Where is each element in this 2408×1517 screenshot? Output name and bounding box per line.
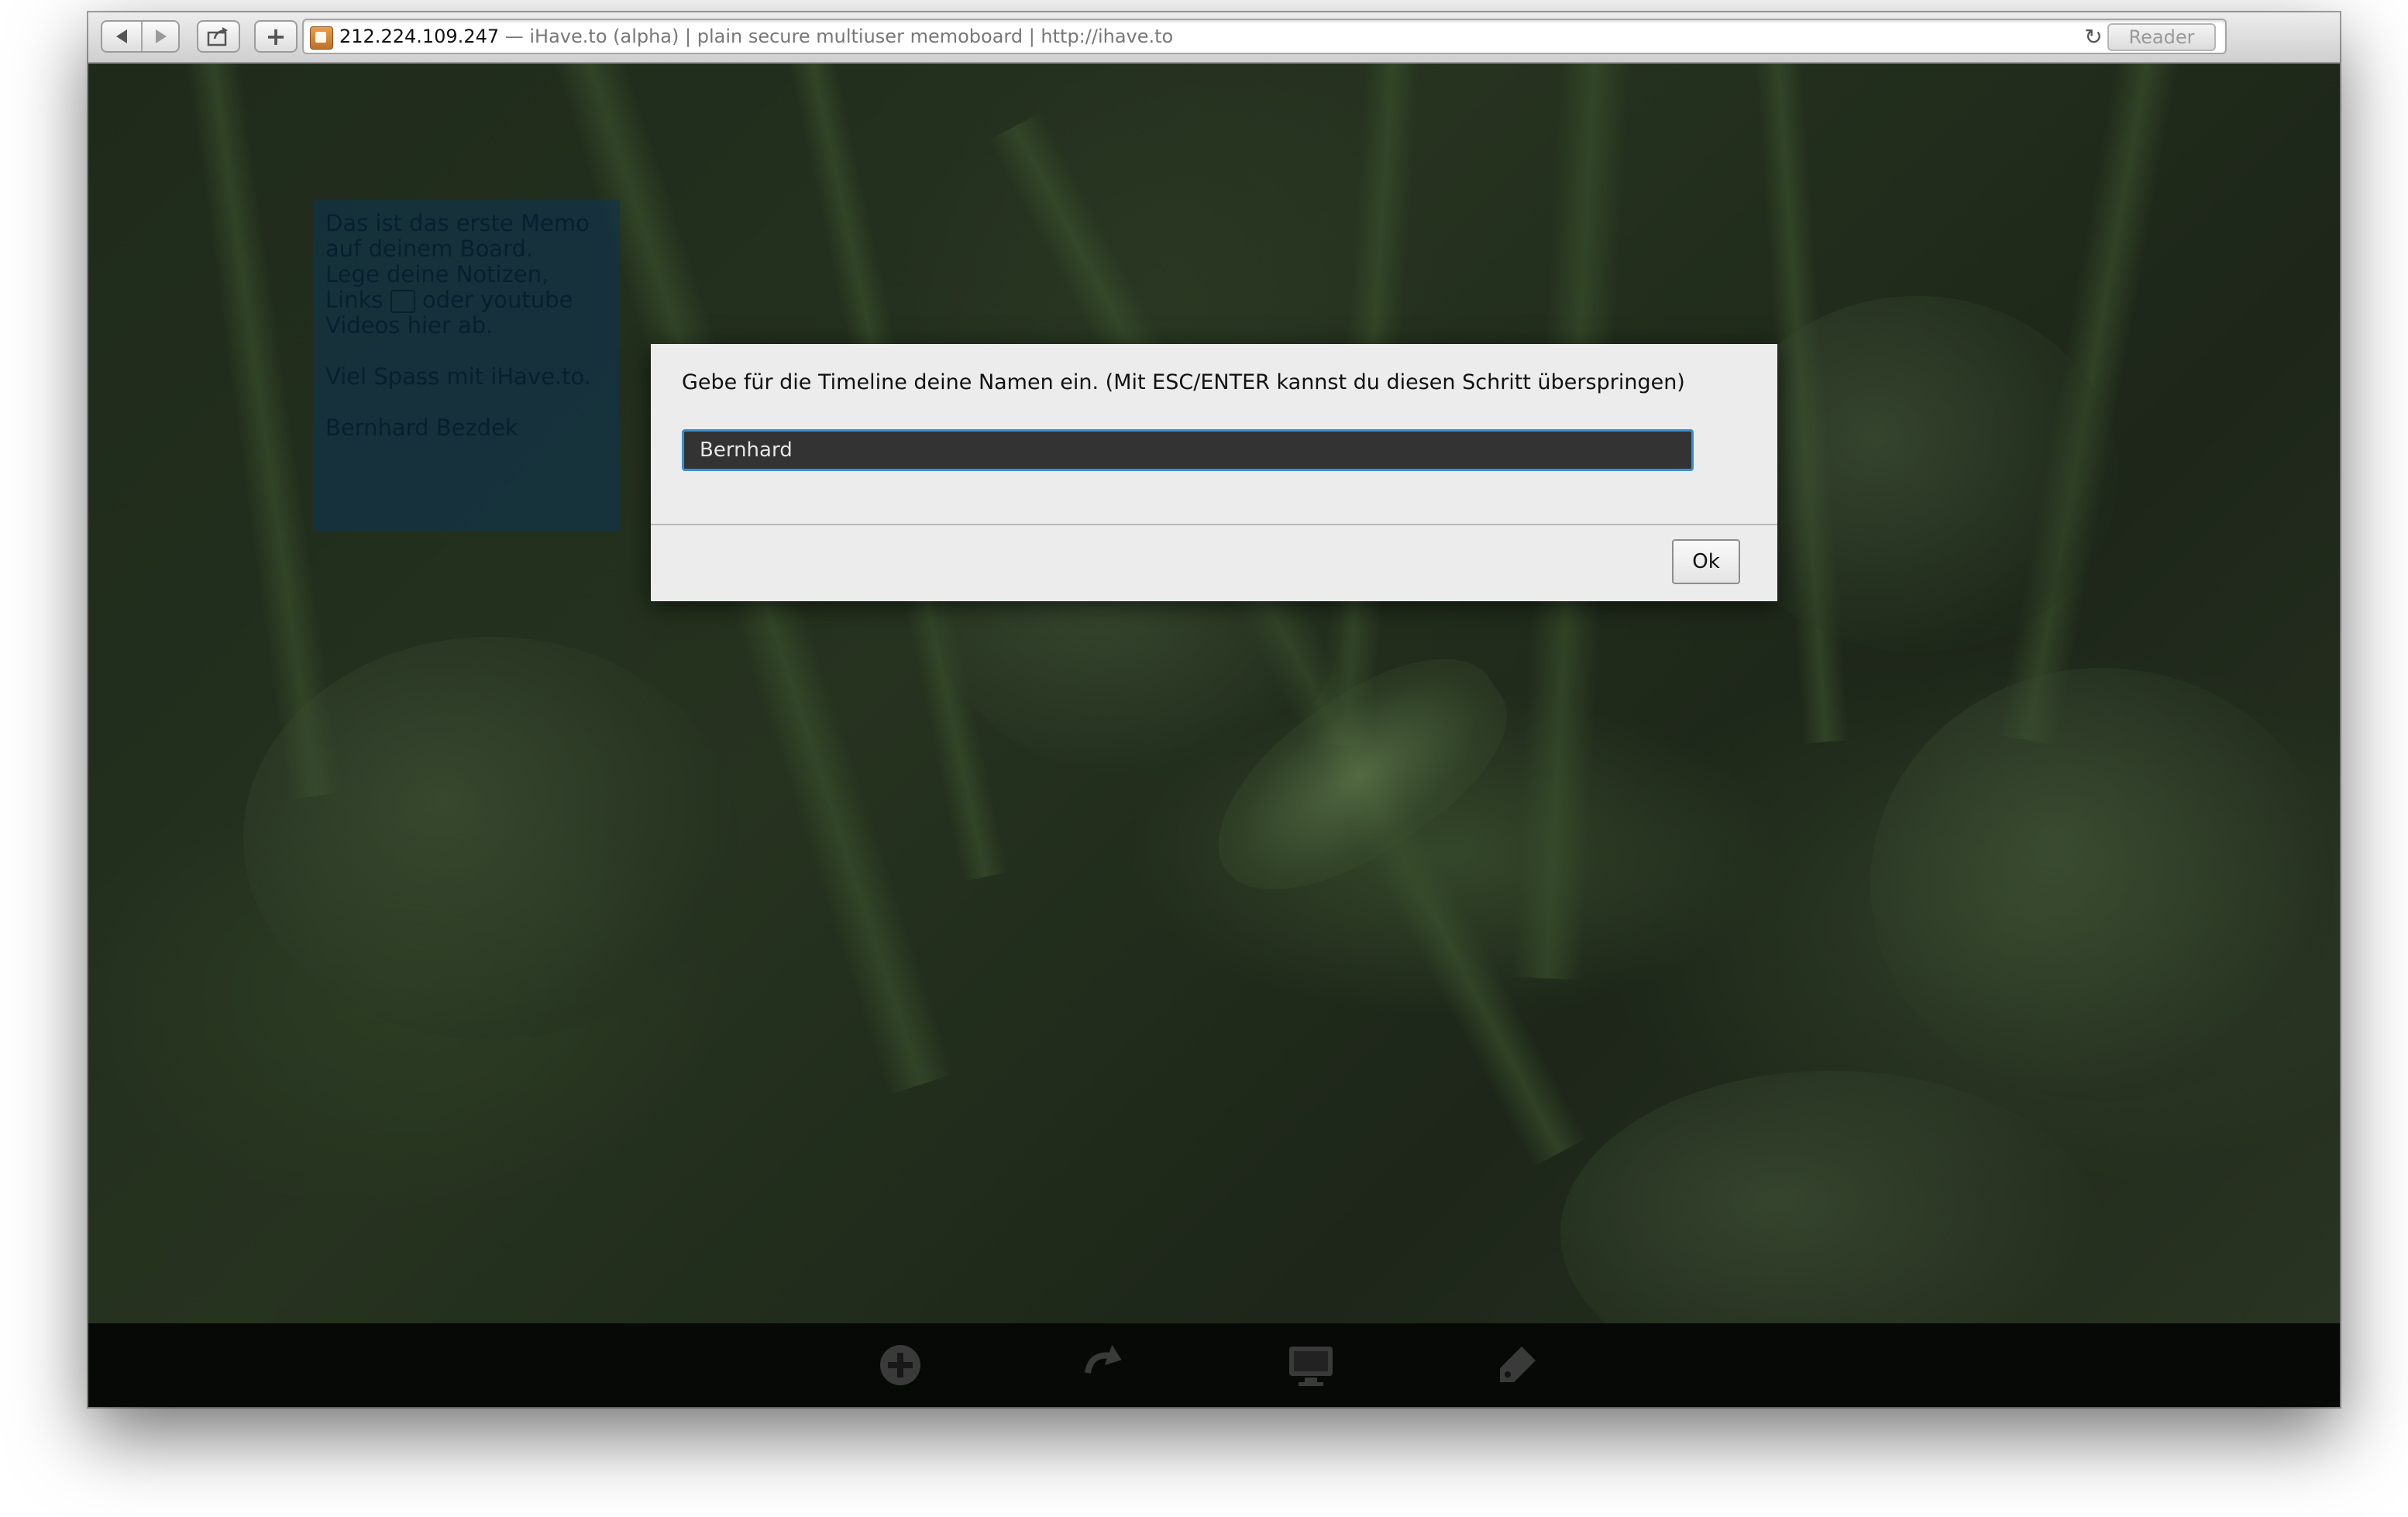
bottom-toolbar [88,1323,2340,1407]
memo-spacer [325,339,607,364]
background-leaf [243,637,739,1040]
tag-icon[interactable] [1492,1342,1542,1388]
name-dialog: Gebe für die Timeline deine Namen ein. (… [651,344,1777,601]
memo-spacer [325,390,607,415]
forward-arrow-icon [156,29,167,43]
share-button[interactable] [197,20,240,53]
reader-button[interactable]: Reader [2107,23,2216,51]
background-leaf [1870,668,2335,1102]
site-favicon-icon [310,26,333,50]
plus-icon: + [265,22,287,51]
back-forward-group [101,20,180,53]
memo-line: Viel Spass mit iHave.to. [325,363,591,390]
page-title: — iHave.to (alpha) | plain secure multiu… [499,26,1174,47]
browser-toolbar: + 212.224.109.247 — iHave.to (alpha) | p… [88,12,2340,64]
redo-icon[interactable] [1080,1342,1130,1388]
add-memo-icon[interactable] [875,1342,925,1388]
memo-note[interactable]: Das ist das erste Memo auf deinem Board.… [313,200,620,531]
link-placeholder-icon [390,290,415,313]
dialog-divider [651,524,1777,525]
dialog-prompt: Gebe für die Timeline deine Namen ein. (… [682,370,1685,394]
memo-line: Das ist das erste Memo [325,210,590,236]
memo-line: auf deinem Board. [325,236,534,262]
new-tab-button[interactable]: + [254,20,298,53]
memo-line: Videos hier ab. [325,312,494,339]
address-text: 212.224.109.247 — iHave.to (alpha) | pla… [339,20,1173,53]
memo-signature: Bernhard Bezdek [325,415,518,441]
share-icon [198,22,239,51]
memo-line: Links oder youtube [325,287,607,313]
forward-button[interactable] [143,22,180,51]
memoboard-page: Das ist das erste Memo auf deinem Board.… [88,64,2340,1323]
address-host: 212.224.109.247 [339,26,500,47]
reload-icon[interactable]: ↻ [2079,23,2107,51]
screen-icon[interactable] [1286,1342,1336,1388]
memo-line: Lege deine Notizen, [325,261,549,287]
background-leaf [1560,1071,2103,1323]
browser-window: + 212.224.109.247 — iHave.to (alpha) | p… [88,12,2340,1407]
address-bar[interactable]: 212.224.109.247 — iHave.to (alpha) | pla… [302,19,2227,54]
back-arrow-icon [116,29,127,43]
name-input[interactable] [682,429,1694,471]
ok-button[interactable]: Ok [1672,539,1740,584]
memo-links-text: Links [325,287,384,313]
memo-youtube-text: oder youtube [421,287,573,313]
back-button[interactable] [102,22,141,51]
